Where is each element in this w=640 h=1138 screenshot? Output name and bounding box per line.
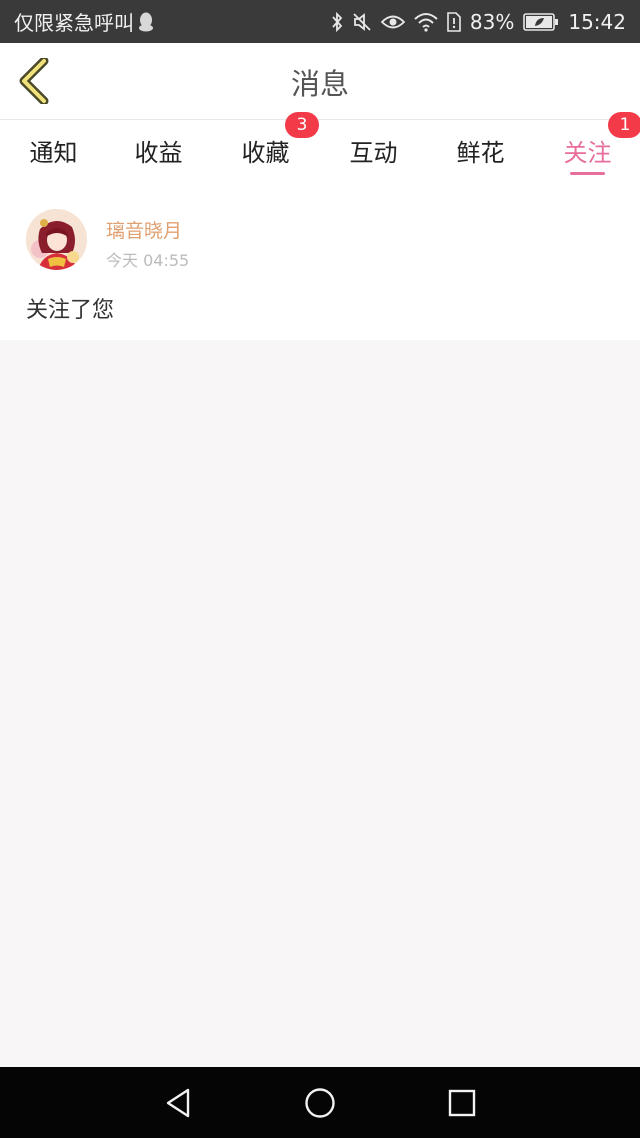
avatar[interactable] (26, 209, 87, 270)
tab-label: 收藏 (241, 138, 290, 167)
tab-notifications[interactable]: 通知 (0, 120, 107, 180)
tab-label: 互动 (349, 138, 398, 167)
page-title: 消息 (290, 66, 349, 101)
header: 消息 (0, 43, 640, 120)
status-right: 83% 15:42 (331, 10, 626, 34)
back-arrow-icon (19, 58, 49, 104)
tab-favorites[interactable]: 收藏 3 (212, 112, 319, 180)
tab-flowers[interactable]: 鲜花 (427, 120, 534, 180)
mute-icon (352, 10, 372, 34)
status-bar: 仅限紧急呼叫 83% 15:42 (0, 0, 640, 43)
system-nav-bar (0, 1067, 640, 1138)
message-username[interactable]: 璃音晓月 (106, 216, 182, 243)
tab-interactions[interactable]: 互动 (320, 120, 427, 180)
tab-earnings[interactable]: 收益 (105, 120, 212, 180)
network-notice: 仅限紧急呼叫 (14, 11, 134, 35)
screen: 仅限紧急呼叫 83% 15:42 消息 通知 收益 收藏 3 互动 鲜花 关注 … (0, 0, 640, 1138)
tab-bar: 通知 收益 收藏 3 互动 鲜花 关注 1 (0, 112, 640, 180)
back-button[interactable] (14, 57, 54, 105)
message-text: 关注了您 (26, 298, 115, 323)
qq-icon (138, 10, 154, 34)
battery-icon (523, 10, 559, 34)
nav-back-button[interactable] (158, 1083, 198, 1123)
message-list: 璃音晓月 今天 04:55 关注了您 (0, 180, 640, 340)
square-recents-icon (448, 1089, 476, 1117)
sim-icon (447, 10, 461, 34)
circle-home-icon (305, 1088, 335, 1118)
status-left: 仅限紧急呼叫 (14, 7, 154, 36)
active-tab-indicator (570, 172, 605, 175)
tab-label: 鲜花 (456, 138, 505, 167)
tab-label: 通知 (29, 138, 78, 167)
tab-label: 收益 (134, 138, 183, 167)
bluetooth-icon (331, 10, 343, 34)
favorites-badge: 3 (285, 112, 319, 138)
wifi-icon (414, 10, 438, 34)
following-badge: 1 (608, 112, 640, 138)
message-time: 今天 04:55 (106, 251, 190, 270)
nav-recents-button[interactable] (442, 1083, 482, 1123)
tab-label: 关注 (563, 138, 612, 167)
nav-home-button[interactable] (300, 1083, 340, 1123)
tab-following[interactable]: 关注 1 (534, 112, 640, 180)
battery-percent: 83% (469, 9, 515, 34)
eye-icon (380, 10, 405, 34)
clock: 15:42 (568, 9, 626, 34)
triangle-back-icon (166, 1088, 190, 1118)
